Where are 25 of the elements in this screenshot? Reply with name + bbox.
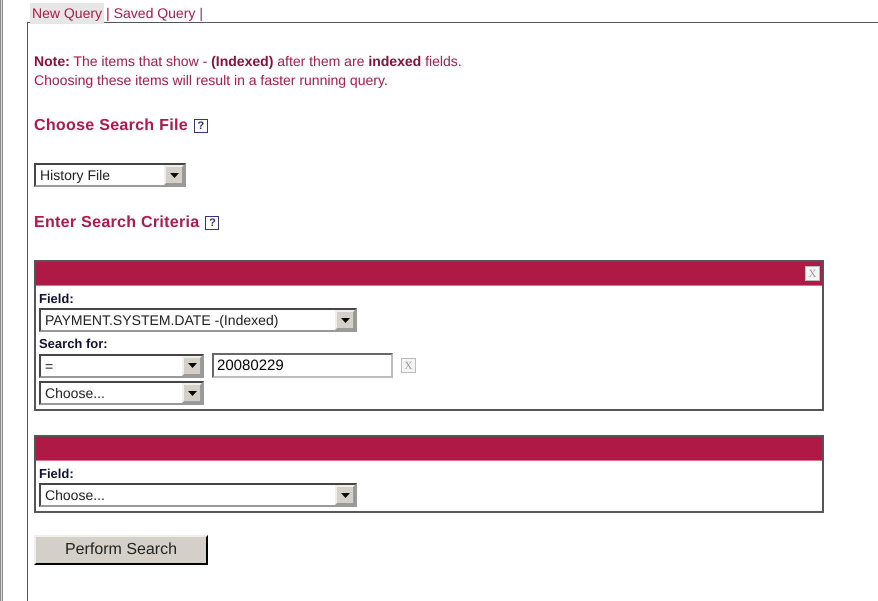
tab[interactable]: New Query	[30, 3, 104, 24]
caret-icon	[182, 383, 202, 403]
caret-icon	[164, 165, 184, 185]
help-icon[interactable]: ?	[194, 119, 208, 133]
separator: |	[198, 4, 204, 23]
value-input[interactable]: 20080229	[212, 353, 393, 378]
field-label: Search for:	[39, 335, 109, 353]
help-icon[interactable]: ?	[205, 216, 220, 230]
caret-icon	[335, 310, 355, 330]
separator: |	[105, 4, 111, 23]
dropdown[interactable]: History File	[34, 163, 186, 187]
section-heading: Enter Search Criteria	[34, 213, 200, 233]
field-label: Field:	[39, 290, 75, 308]
dropdown[interactable]: =	[39, 354, 204, 378]
caret-icon	[182, 356, 202, 376]
search-button[interactable]: Perform Search	[34, 535, 208, 565]
dropdown[interactable]: Choose...	[39, 381, 204, 405]
dropdown[interactable]: PAYMENT.SYSTEM.DATE -(Indexed)	[39, 308, 357, 332]
note-text: Note: The items that show - (Indexed) after them are indexed fields.	[34, 52, 463, 71]
dropdown[interactable]: Choose...	[39, 483, 357, 507]
field-label: Field:	[39, 465, 75, 483]
section-heading: Choose Search File	[34, 116, 188, 136]
note-text: Choosing these items will result in a faster running query.	[34, 71, 389, 90]
tab[interactable]: Saved Query	[112, 3, 198, 24]
caret-icon	[335, 485, 355, 505]
